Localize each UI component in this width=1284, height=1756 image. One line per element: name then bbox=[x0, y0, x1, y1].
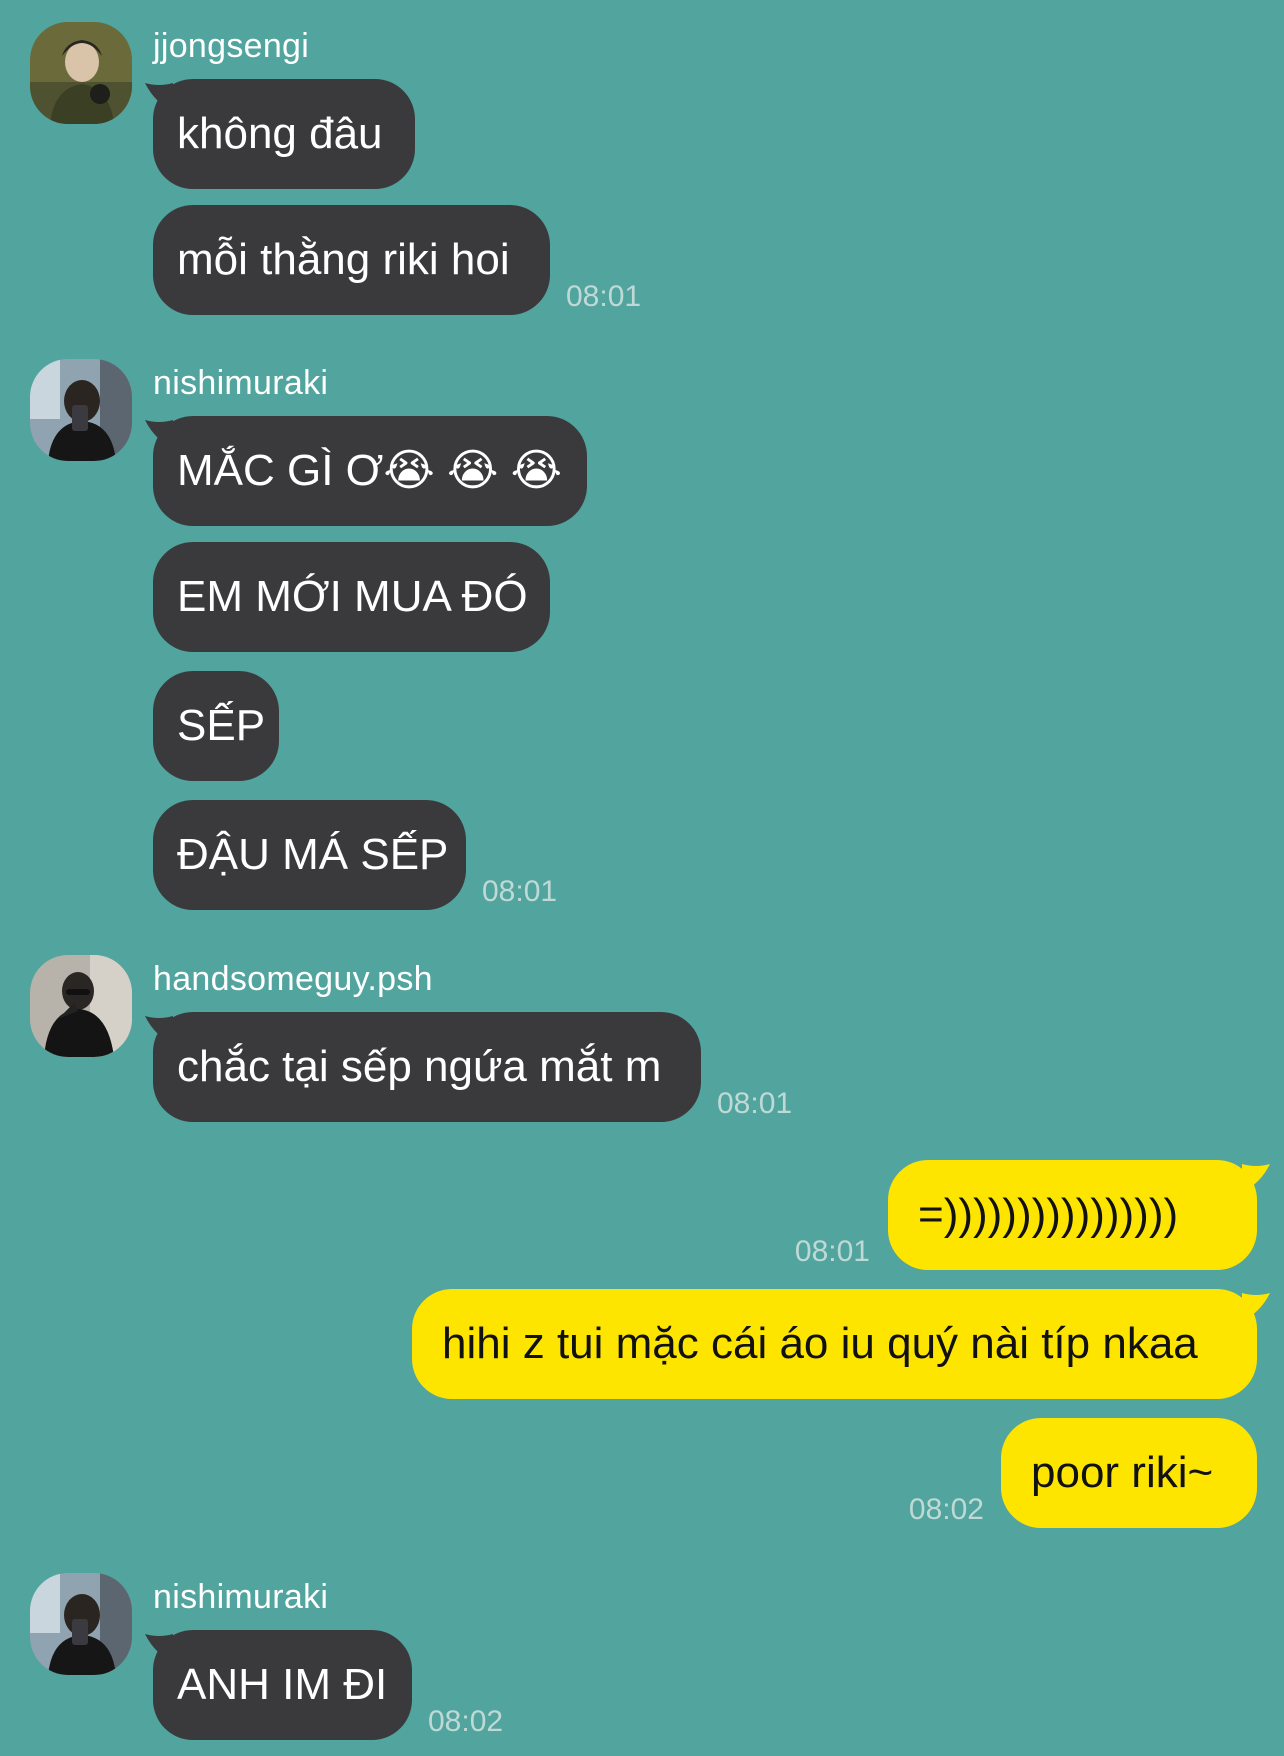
timestamp: 08:01 bbox=[566, 280, 642, 313]
timestamp: 08:01 bbox=[482, 875, 558, 908]
message-bubble[interactable]: EM MỚI MUA ĐÓ bbox=[153, 542, 550, 652]
message-row: =)))))))))))))))) 08:01 bbox=[0, 1160, 1284, 1270]
timestamp: 08:02 bbox=[908, 1493, 984, 1526]
timestamp: 08:01 bbox=[794, 1235, 870, 1268]
message-row: SẾP bbox=[0, 671, 1284, 781]
message-bubble[interactable]: ANH IM ĐI bbox=[153, 1630, 412, 1740]
message-row: không đâu bbox=[0, 79, 1284, 189]
sender-name: nishimuraki bbox=[153, 364, 329, 402]
message-bubble[interactable]: SẾP bbox=[153, 671, 279, 781]
timestamp: 08:02 bbox=[428, 1705, 504, 1738]
timestamp: 08:01 bbox=[717, 1087, 793, 1120]
message-bubble[interactable]: hihi z tui mặc cái áo iu quý nài típ nka… bbox=[412, 1289, 1257, 1399]
message-row: poor riki~ 08:02 bbox=[0, 1418, 1284, 1528]
message-row: ĐẬU MÁ SẾP 08:01 bbox=[0, 800, 1284, 910]
message-row: ANH IM ĐI 08:02 bbox=[0, 1630, 1284, 1740]
message-row: hihi z tui mặc cái áo iu quý nài típ nka… bbox=[0, 1289, 1284, 1399]
message-row: chắc tại sếp ngứa mắt m 08:01 bbox=[0, 1012, 1284, 1122]
message-row: mỗi thằng riki hoi 08:01 bbox=[0, 205, 1284, 315]
message-bubble[interactable]: MẮC GÌ Ơ😭 😭 😭 bbox=[153, 416, 587, 526]
message-row: EM MỚI MUA ĐÓ bbox=[0, 542, 1284, 652]
message-bubble[interactable]: không đâu bbox=[153, 79, 415, 189]
sender-name: handsomeguy.psh bbox=[153, 960, 433, 998]
message-bubble[interactable]: =)))))))))))))))) bbox=[888, 1160, 1257, 1270]
message-row: MẮC GÌ Ơ😭 😭 😭 bbox=[0, 416, 1284, 526]
message-bubble[interactable]: chắc tại sếp ngứa mắt m bbox=[153, 1012, 701, 1122]
message-bubble[interactable]: poor riki~ bbox=[1001, 1418, 1257, 1528]
sender-name: jjongsengi bbox=[153, 27, 310, 65]
sender-name: nishimuraki bbox=[153, 1578, 329, 1616]
message-bubble[interactable]: ĐẬU MÁ SẾP bbox=[153, 800, 466, 910]
message-bubble[interactable]: mỗi thằng riki hoi bbox=[153, 205, 550, 315]
